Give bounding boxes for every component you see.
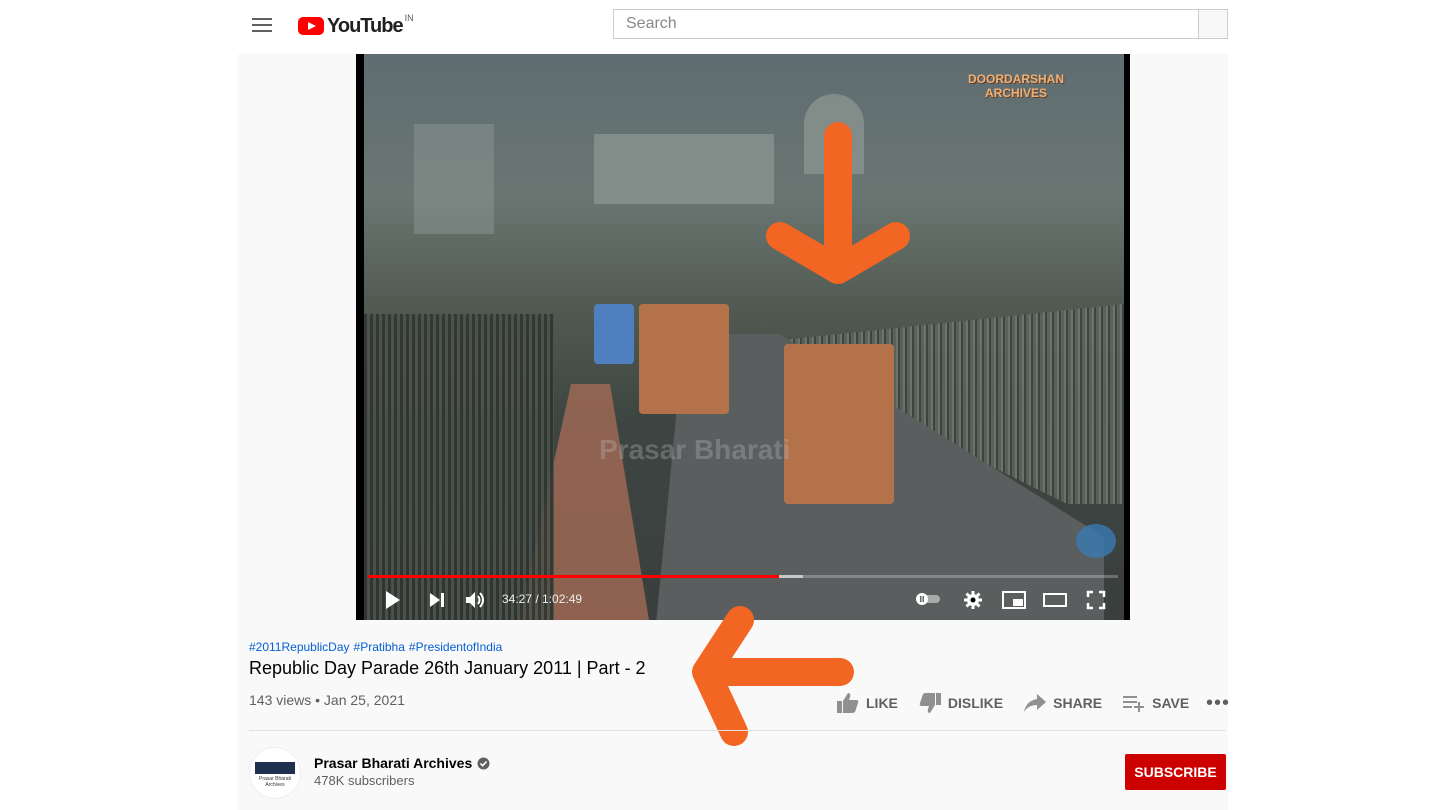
share-button[interactable]: SHARE [1023,692,1102,714]
hashtag-link[interactable]: #Pratibha [354,640,405,654]
background-tower [414,124,494,234]
save-label: SAVE [1152,695,1190,711]
like-button[interactable]: LIKE [836,692,898,714]
masthead: YouTube IN Search [238,0,1228,54]
divider [249,730,1226,731]
subscribe-button[interactable]: SUBSCRIBE [1125,754,1226,790]
action-bar: LIKE DISLIKE SHARE SAVE [836,692,1209,714]
channel-name-text: Prasar Bharati Archives [314,755,473,771]
parade-float-2 [784,344,894,504]
video-frame: DOORDARSHAN ARCHIVES Prasar Bharati [364,54,1124,620]
youtube-logo-icon [298,17,324,35]
video-player[interactable]: DOORDARSHAN ARCHIVES Prasar Bharati 34:27… [356,54,1130,620]
hamburger-icon[interactable] [252,18,272,34]
parade-float-3 [594,304,634,364]
hashtag-link[interactable]: #PresidentofIndia [409,640,502,654]
hashtag-link[interactable]: #2011RepublicDay [249,640,350,654]
more-dots-icon[interactable]: ••• [1206,692,1230,715]
channel-name[interactable]: Prasar Bharati Archives [314,755,490,771]
thumbs-down-icon [919,693,941,713]
play-icon[interactable] [384,590,402,615]
avatar-logo-text: Prasar Bharati Archives [259,776,291,788]
verified-check-icon [477,757,490,769]
channel-watermark-logo [1076,524,1116,558]
fullscreen-icon[interactable] [1086,590,1106,615]
theater-mode-icon[interactable] [1042,590,1068,615]
avatar-logo-band [255,762,295,774]
miniplayer-icon[interactable] [1001,590,1027,615]
doordarshan-archives-overlay: DOORDARSHAN ARCHIVES [968,72,1064,100]
next-icon[interactable] [428,590,446,615]
autoplay-toggle-icon[interactable] [914,592,942,611]
progress-played[interactable] [368,575,779,578]
background-building [594,134,774,204]
save-button[interactable]: SAVE [1122,692,1189,714]
logo-text: YouTube [327,14,404,37]
settings-gear-icon[interactable] [963,590,983,615]
like-label: LIKE [866,695,898,711]
time-display: 34:27 / 1:02:49 [502,592,583,606]
channel-avatar[interactable]: Prasar Bharati Archives [249,747,301,799]
share-arrow-icon [1024,694,1047,712]
hashtag-list: #2011RepublicDay #Pratibha #PresidentofInd… [249,640,506,654]
country-code: IN [404,13,414,23]
youtube-logo[interactable]: YouTube IN [298,13,414,38]
annotation-arrow-down-icon [766,122,910,284]
video-meta: 143 views • Jan 25, 2021 [249,692,405,708]
video-watermark: Prasar Bharati [599,434,791,465]
dislike-label: DISLIKE [947,695,1004,711]
parade-float-1 [639,304,729,414]
thumbs-up-icon [837,693,859,713]
video-title: Republic Day Parade 26th January 2011 | … [249,658,646,678]
subscriber-count: 478K subscribers [314,773,415,788]
volume-icon[interactable] [464,590,488,615]
search-button[interactable] [1199,9,1228,39]
share-label: SHARE [1053,695,1103,711]
save-playlist-icon [1123,696,1145,712]
dislike-button[interactable]: DISLIKE [918,692,1003,714]
search-input[interactable]: Search [613,9,1199,39]
annotation-arrow-left-icon [692,606,854,746]
